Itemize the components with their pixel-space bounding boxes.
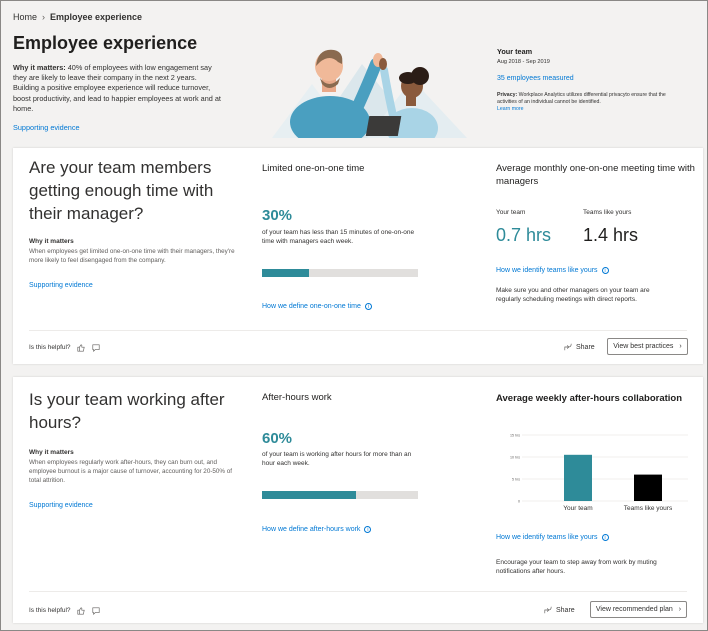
kpi-your-team-value: 0.7 hrs xyxy=(496,225,552,245)
insight-card-after-hours: Is your team working after hours? Why it… xyxy=(13,377,703,623)
define-one-on-one-link[interactable]: How we define one-on-one time i xyxy=(262,303,372,310)
metric-percentage: 60% xyxy=(262,430,293,447)
hero-section: Home › Employee experience Employee expe… xyxy=(2,2,706,147)
supporting-evidence-link[interactable]: Supporting evidence xyxy=(13,123,80,132)
chart-x-tick-label: Teams like yours xyxy=(624,505,673,512)
why-it-matters-label: Why it matters: xyxy=(13,63,66,72)
identify-link-label: How we identify teams like yours xyxy=(496,534,598,541)
share-label: Share xyxy=(556,606,575,614)
app-frame: Home › Employee experience Employee expe… xyxy=(0,0,708,631)
chart-bar xyxy=(634,474,662,501)
feedback-row: Is this helpful? xyxy=(29,343,101,352)
action-label: View best practices xyxy=(613,343,674,350)
card-question: Are your team members getting enough tim… xyxy=(29,158,214,223)
why-it-matters-text: Why it matters: 40% of employees with lo… xyxy=(13,63,223,114)
share-button[interactable]: Share xyxy=(564,343,595,351)
why-it-matters-text: When employees get limited one-on-one ti… xyxy=(29,248,235,264)
comparison-title: Average weekly after-hours collaboration xyxy=(496,393,683,404)
define-after-hours-link[interactable]: How we define after-hours work i xyxy=(262,526,372,533)
chart-y-tick-label: 0 xyxy=(518,500,520,504)
progress-bar-fill xyxy=(262,491,356,499)
why-it-matters-label: Why it matters xyxy=(29,449,74,456)
why-it-matters-text: When employees regularly work after-hour… xyxy=(29,459,233,484)
feedback-row: Is this helpful? xyxy=(29,606,101,615)
identify-teams-link[interactable]: How we identify teams like yours i xyxy=(496,267,609,274)
progress-bar-fill xyxy=(262,269,309,277)
view-best-practices-button[interactable]: View best practices › xyxy=(607,338,688,355)
comment-icon[interactable] xyxy=(92,343,101,352)
your-team-panel: Your team Aug 2018 - Sep 2019 35 employe… xyxy=(497,47,687,113)
info-icon: i xyxy=(364,526,372,533)
thumbs-up-icon[interactable] xyxy=(77,343,86,352)
chart-y-tick-label: 10 hrs xyxy=(510,456,520,460)
page-title: Employee experience xyxy=(13,33,198,53)
info-icon: i xyxy=(364,303,372,310)
share-icon xyxy=(544,606,552,614)
your-team-title: Your team xyxy=(497,47,533,56)
helpful-label: Is this helpful? xyxy=(29,607,71,614)
breadcrumb: Home › Employee experience xyxy=(13,12,142,22)
privacy-label: Privacy: xyxy=(497,92,518,98)
chevron-right-icon: › xyxy=(679,343,682,350)
kpi-teams-like-yours-label: Teams like yours xyxy=(583,209,632,216)
share-button[interactable]: Share xyxy=(544,606,575,614)
insight-card-manager-time: Are your team members getting enough tim… xyxy=(13,148,703,364)
privacy-text: Workplace Analytics utilizes differentia… xyxy=(497,92,666,105)
identify-teams-link[interactable]: How we identify teams like yours i xyxy=(496,534,609,541)
helpful-label: Is this helpful? xyxy=(29,344,71,351)
view-recommended-plan-button[interactable]: View recommended plan › xyxy=(590,601,687,618)
chevron-right-icon: › xyxy=(678,606,682,613)
chevron-right-icon: › xyxy=(42,12,46,22)
progress-bar xyxy=(262,269,418,277)
identify-link-label: How we identify teams like yours xyxy=(496,267,598,274)
thumbs-up-icon[interactable] xyxy=(77,606,86,615)
share-icon xyxy=(564,343,572,351)
team-date-range: Aug 2018 - Sep 2019 xyxy=(497,59,550,65)
metric-title: After-hours work xyxy=(262,392,332,403)
supporting-evidence-link[interactable]: Supporting evidence xyxy=(29,502,93,509)
define-link-label: How we define one-on-one time xyxy=(262,303,361,310)
divider xyxy=(29,591,687,592)
breadcrumb-current: Employee experience xyxy=(50,12,143,22)
employees-measured-link[interactable]: 35 employees measured xyxy=(497,75,687,82)
metric-percentage: 30% xyxy=(262,207,293,224)
chart-x-tick-label: Your team xyxy=(563,505,592,512)
high-five-illustration xyxy=(272,49,467,138)
info-icon: i xyxy=(601,267,609,274)
comment-icon[interactable] xyxy=(92,606,101,615)
divider xyxy=(29,330,687,331)
kpi-teams-like-yours-value: 1.4 hrs xyxy=(583,225,639,245)
card-question: Is your team working after hours? xyxy=(29,390,225,432)
why-it-matters-label: Why it matters xyxy=(29,238,74,245)
comparison-title: Average monthly one-on-one meeting time … xyxy=(496,163,695,187)
share-label: Share xyxy=(576,343,595,351)
learn-more-link[interactable]: Learn more xyxy=(497,106,672,113)
metric-description: of your team has less than 15 minutes of… xyxy=(262,229,415,245)
recommendation-tip: Encourage your team to step away from wo… xyxy=(496,559,657,575)
supporting-evidence-link[interactable]: Supporting evidence xyxy=(29,282,93,289)
kpi-your-team-label: Your team xyxy=(496,209,526,216)
privacy-note: Privacy: Workplace Analytics utilizes di… xyxy=(497,92,672,113)
define-link-label: How we define after-hours work xyxy=(262,526,361,533)
breadcrumb-home[interactable]: Home xyxy=(13,12,37,22)
after-hours-bar-chart: 0 5 hrs 10 hrs 15 hrs Your team Teams like yo… xyxy=(510,434,688,512)
progress-bar xyxy=(262,491,418,499)
chart-y-tick-label: 15 hrs xyxy=(510,434,520,438)
action-label: View recommended plan xyxy=(595,606,673,613)
metric-title: Limited one-on-one time xyxy=(262,163,365,174)
chart-y-tick-label: 5 hrs xyxy=(512,478,520,482)
metric-description: of your team is working after hours for … xyxy=(262,451,412,467)
recommendation-tip: Make sure you and other managers on your… xyxy=(496,287,650,303)
chart-bar xyxy=(564,454,592,501)
info-icon: i xyxy=(601,534,609,541)
